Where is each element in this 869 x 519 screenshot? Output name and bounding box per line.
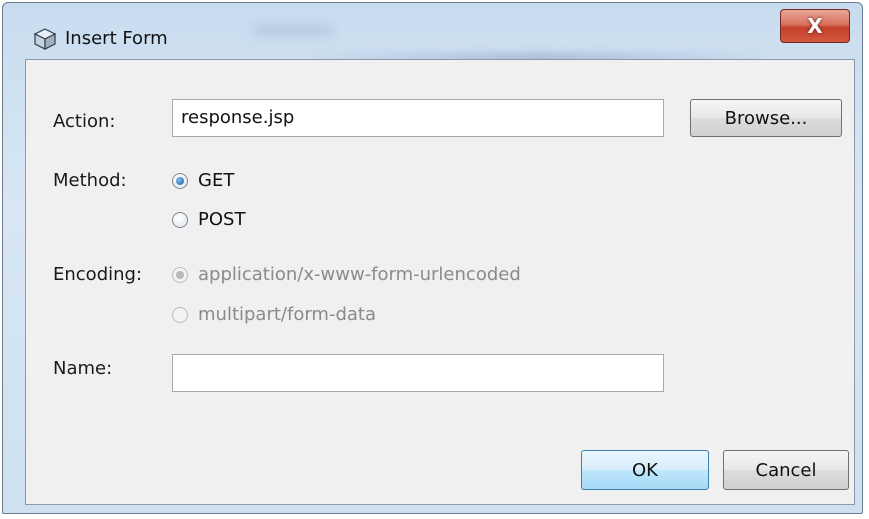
encoding-multipart-label: multipart/form-data	[198, 304, 376, 325]
method-post-option[interactable]: POST	[172, 208, 245, 232]
close-icon: X	[807, 14, 823, 38]
cancel-button[interactable]: Cancel	[723, 450, 849, 490]
action-label: Action:	[53, 111, 116, 132]
dialog-content: Action: response.jsp Browse... Method: G…	[25, 59, 855, 505]
insert-form-dialog: Insert Form X Action: response.jsp Brows…	[2, 2, 863, 514]
browse-button[interactable]: Browse...	[690, 99, 842, 137]
close-button[interactable]: X	[780, 9, 850, 43]
encoding-label: Encoding:	[53, 264, 143, 285]
radio-multipart	[172, 307, 188, 323]
action-input[interactable]: response.jsp	[172, 99, 664, 137]
method-get-label: GET	[198, 170, 235, 191]
radio-urlencoded	[172, 267, 188, 283]
title-bar[interactable]: Insert Form X	[3, 3, 862, 50]
method-post-label: POST	[198, 209, 246, 230]
cube-icon	[33, 28, 57, 50]
name-label: Name:	[53, 358, 113, 379]
name-input[interactable]	[172, 354, 664, 392]
method-get-option[interactable]: GET	[172, 169, 234, 193]
encoding-urlencoded-label: application/x-www-form-urlencoded	[198, 264, 521, 285]
encoding-urlencoded-option: application/x-www-form-urlencoded	[172, 263, 521, 287]
radio-post[interactable]	[172, 212, 188, 228]
encoding-multipart-option: multipart/form-data	[172, 303, 376, 327]
window-title: Insert Form	[65, 28, 168, 49]
radio-get[interactable]	[172, 173, 188, 189]
ok-button[interactable]: OK	[581, 450, 709, 490]
method-label: Method:	[53, 170, 127, 191]
